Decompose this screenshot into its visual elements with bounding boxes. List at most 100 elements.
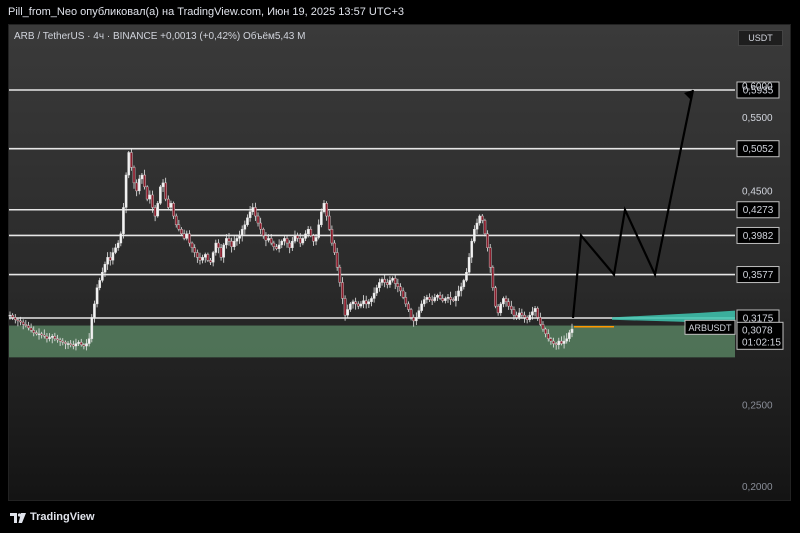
candle-body — [375, 287, 379, 294]
candle-body — [351, 301, 355, 305]
candle-body — [454, 296, 458, 301]
candle-body — [512, 309, 516, 316]
candle-body — [293, 235, 297, 242]
candle-body — [343, 298, 347, 316]
candle-body — [322, 203, 326, 212]
candle-body — [122, 207, 125, 235]
candle-body — [13, 317, 17, 320]
candle-body — [106, 257, 109, 265]
candle-body — [275, 246, 278, 249]
candle-body — [169, 203, 173, 208]
candle-body — [72, 344, 75, 347]
candle-body — [438, 294, 442, 299]
candle-body — [488, 247, 492, 268]
candle-body — [87, 338, 91, 344]
candle-body — [491, 266, 495, 288]
candle-body — [367, 301, 371, 305]
candle-body — [320, 211, 323, 226]
candle-body — [27, 325, 30, 329]
candle-body — [135, 182, 138, 192]
candle-body — [541, 324, 545, 330]
candle-body — [306, 229, 310, 235]
candle-body — [436, 294, 439, 298]
candle-body — [114, 247, 117, 253]
candle-body — [45, 336, 49, 339]
candle-body — [523, 314, 526, 318]
candle-body — [161, 182, 165, 188]
candle-body — [185, 233, 189, 239]
candle-body — [101, 272, 104, 281]
candle-body — [462, 280, 466, 287]
candle-body — [457, 290, 460, 297]
candle-body — [272, 242, 276, 247]
candle-body — [148, 194, 152, 200]
candle-body — [177, 224, 181, 230]
candle-body — [356, 303, 360, 307]
candle-body — [428, 297, 431, 300]
candle-body — [58, 339, 62, 342]
candle-body — [267, 238, 270, 241]
candle-body — [246, 217, 249, 226]
candle-body — [465, 272, 468, 281]
currency-selector[interactable]: USDT — [738, 30, 783, 46]
candle-body — [256, 215, 260, 224]
candle-body — [449, 297, 452, 300]
candle-body — [159, 186, 162, 204]
y-tick-label: 0,2500 — [742, 401, 773, 412]
candle-body — [69, 343, 72, 345]
candle-body — [504, 298, 508, 302]
candle-body — [407, 303, 410, 310]
candle-body — [496, 305, 500, 314]
candle-body — [515, 314, 518, 318]
candle-body — [383, 279, 386, 283]
candle-body — [341, 282, 344, 299]
candle-body — [19, 320, 22, 323]
candle-body — [401, 290, 405, 298]
candle-body — [29, 327, 33, 331]
y-tick-label: 0,2000 — [742, 482, 773, 493]
candle-body — [119, 233, 123, 244]
candle-body — [433, 297, 437, 301]
candle-body — [349, 303, 352, 310]
candle-body — [404, 297, 408, 305]
candle-body — [425, 297, 429, 300]
candle-body — [37, 333, 41, 336]
candle-body — [430, 299, 434, 301]
candle-body — [66, 343, 70, 345]
candle-body — [291, 240, 294, 248]
candle-body — [380, 279, 384, 283]
candle-body — [444, 298, 447, 301]
candle-body — [227, 238, 231, 242]
candle-body — [180, 229, 183, 235]
price-chart[interactable]: 0,59350,50520,42730,39820,35770,31750,60… — [0, 0, 800, 533]
candle-body — [201, 257, 204, 261]
candle-body — [209, 260, 212, 263]
candle-body — [546, 333, 550, 339]
candle-body — [240, 229, 244, 236]
candle-body — [211, 252, 215, 263]
candle-body — [288, 242, 291, 248]
candle-body — [446, 297, 450, 299]
candle-body — [333, 242, 336, 253]
candle-body — [346, 309, 350, 316]
candle-body — [74, 343, 78, 347]
candle-body — [359, 303, 363, 307]
candle-body — [520, 312, 524, 316]
candle-body — [459, 286, 463, 292]
candle-body — [108, 257, 112, 261]
y-tick-label: 0,6000 — [742, 82, 773, 93]
candle-body — [473, 229, 476, 242]
candle-body — [327, 215, 331, 230]
candle-body — [124, 174, 128, 208]
candle-body — [182, 233, 186, 239]
candle-body — [549, 338, 553, 342]
candle-body — [317, 224, 321, 238]
candle-body — [225, 238, 228, 246]
candle-body — [11, 314, 14, 318]
candle-body — [312, 235, 315, 242]
candle-body — [330, 229, 334, 244]
candle-body — [238, 235, 241, 239]
candle-body — [364, 300, 368, 305]
candle-body — [393, 278, 397, 284]
candle-body — [499, 303, 503, 314]
